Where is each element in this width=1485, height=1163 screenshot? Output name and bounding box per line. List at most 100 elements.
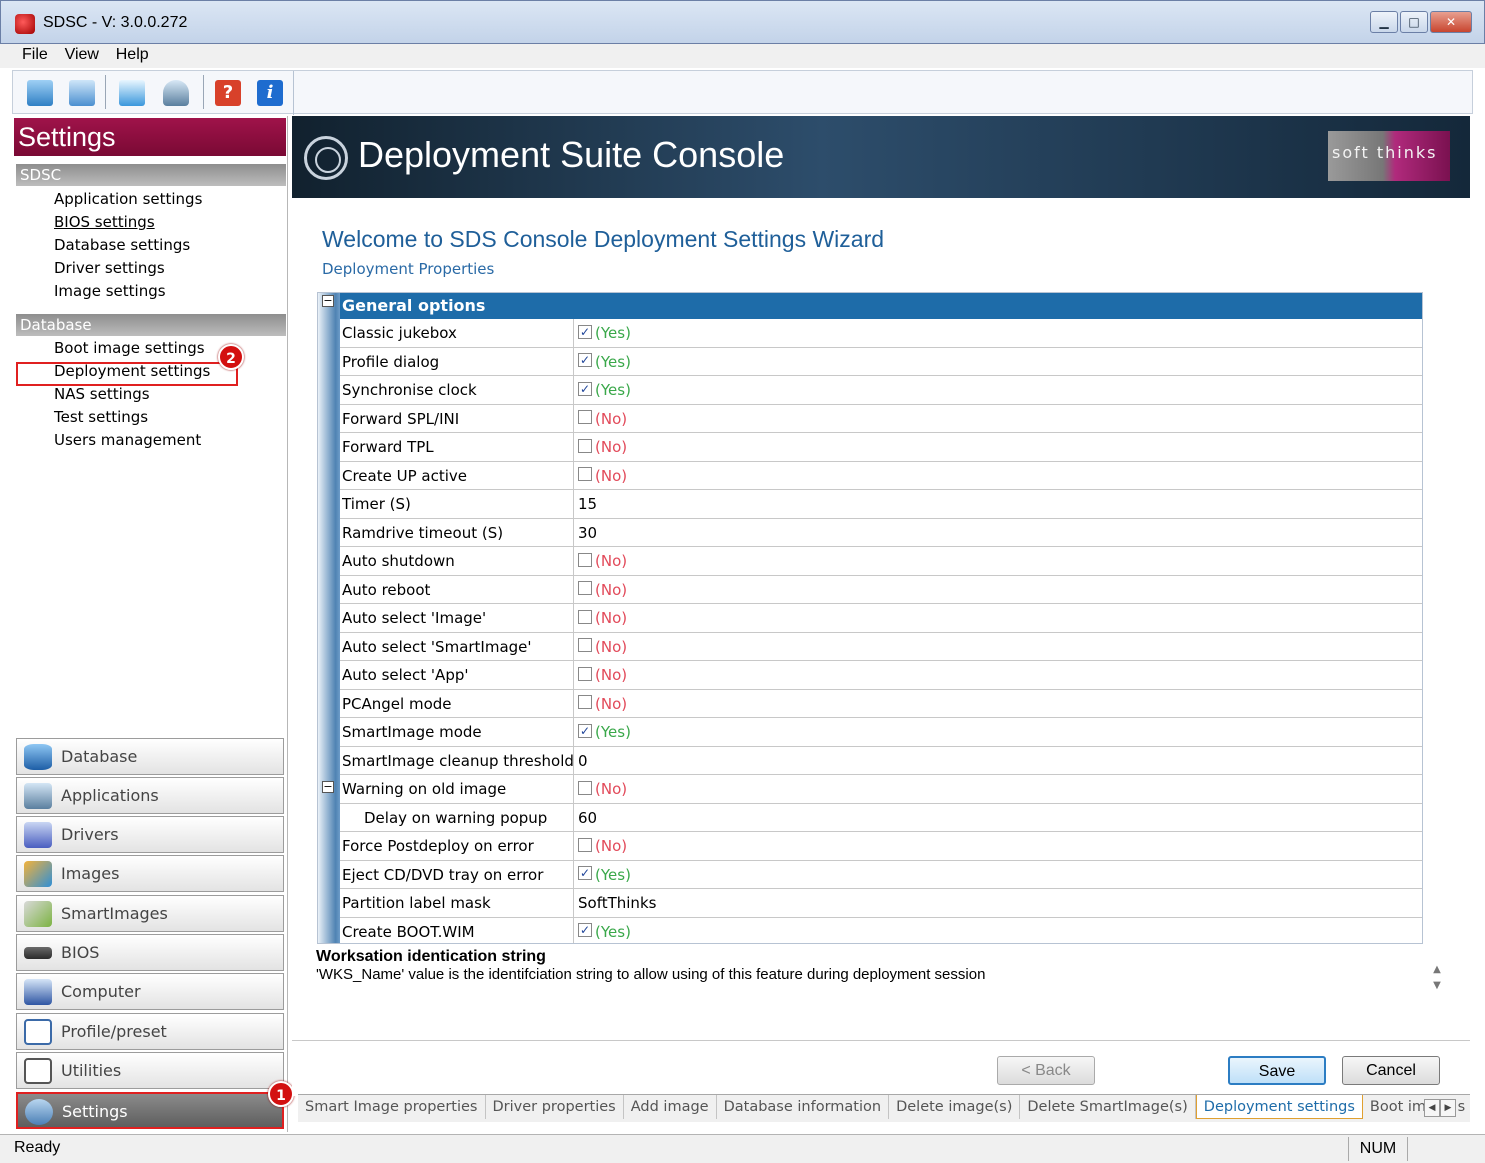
cancel-button[interactable]: Cancel <box>1342 1056 1440 1085</box>
tab-database-information[interactable]: Database information <box>717 1095 890 1119</box>
tab-deployment-settings[interactable]: Deployment settings <box>1195 1095 1363 1119</box>
property-value[interactable]: 0 <box>578 747 588 775</box>
property-row[interactable]: Forward SPL/INI (No) <box>340 404 1422 433</box>
nav-image-settings[interactable]: Image settings <box>54 280 166 302</box>
property-value[interactable]: (No) <box>578 433 627 461</box>
network-icon[interactable] <box>69 80 95 106</box>
checkbox-checked-icon[interactable]: ✓ <box>578 866 592 880</box>
property-value[interactable]: ✓ (Yes) <box>578 319 631 347</box>
section-button-smartimages[interactable]: SmartImages <box>16 895 284 932</box>
section-button-images[interactable]: Images <box>16 855 284 892</box>
checkbox-unchecked-icon[interactable] <box>578 837 592 852</box>
property-value[interactable]: (No) <box>578 547 627 575</box>
checkbox-unchecked-icon[interactable] <box>578 609 592 624</box>
tab-driver-properties[interactable]: Driver properties <box>486 1095 624 1119</box>
section-button-database[interactable]: Database <box>16 738 284 775</box>
nav-nas-settings[interactable]: NAS settings <box>54 383 150 405</box>
property-value[interactable]: (No) <box>578 405 627 433</box>
checkbox-checked-icon[interactable]: ✓ <box>578 723 592 738</box>
save-button[interactable]: Save <box>1228 1056 1326 1085</box>
property-row[interactable]: Auto shutdown (No) <box>340 547 1422 576</box>
property-row[interactable]: Classic jukebox ✓ (Yes) <box>340 319 1422 348</box>
property-value[interactable]: ✓ (Yes) <box>578 376 631 404</box>
checkbox-unchecked-icon[interactable] <box>578 438 592 453</box>
group-header-sdsc[interactable]: SDSC <box>16 164 286 186</box>
property-value[interactable]: (No) <box>578 633 627 661</box>
property-row[interactable]: Auto select 'App' (No) <box>340 661 1422 690</box>
section-button-bios[interactable]: BIOS <box>16 934 284 971</box>
property-value[interactable]: (No) <box>578 462 627 490</box>
property-row[interactable]: Delay on warning popup 60 <box>340 803 1422 832</box>
checkbox-unchecked-icon[interactable] <box>578 467 592 481</box>
property-value[interactable]: 15 <box>578 490 597 518</box>
property-value[interactable]: SoftThinks <box>578 889 656 917</box>
checkbox-unchecked-icon[interactable] <box>578 666 592 681</box>
property-value[interactable]: (No) <box>578 604 627 632</box>
property-row[interactable]: SmartImage mode ✓ (Yes) <box>340 718 1422 747</box>
property-value[interactable]: ✓ (Yes) <box>578 861 631 889</box>
nav-deployment-settings[interactable]: Deployment settings <box>54 360 210 382</box>
property-row[interactable]: Auto select 'SmartImage' (No) <box>340 632 1422 661</box>
tab-delete-smartimages[interactable]: Delete SmartImage(s) <box>1020 1095 1196 1119</box>
checkbox-checked-icon[interactable]: ✓ <box>578 353 592 367</box>
property-row[interactable]: PCAngel mode (No) <box>340 689 1422 718</box>
connect-icon[interactable] <box>27 80 53 106</box>
checkbox-unchecked-icon[interactable] <box>578 695 592 709</box>
nav-database-settings[interactable]: Database settings <box>54 234 190 256</box>
section-button-settings[interactable]: Settings <box>16 1092 284 1129</box>
property-value[interactable]: (No) <box>578 661 627 689</box>
checkbox-checked-icon[interactable]: ✓ <box>578 324 592 339</box>
section-button-utilities[interactable]: Utilities <box>16 1052 284 1089</box>
tab-delete-images[interactable]: Delete image(s) <box>889 1095 1021 1119</box>
property-row[interactable]: Auto reboot (No) <box>340 575 1422 604</box>
property-row[interactable]: Warning on old image (No) <box>340 775 1422 804</box>
nav-test-settings[interactable]: Test settings <box>54 406 148 428</box>
menu-view[interactable]: View <box>59 44 105 66</box>
property-value[interactable]: (No) <box>578 576 627 604</box>
property-row[interactable]: Create BOOT.WIM ✓ (Yes) <box>340 917 1422 944</box>
property-value[interactable]: ✓ (Yes) <box>578 718 631 746</box>
checkbox-checked-icon[interactable]: ✓ <box>578 381 592 396</box>
tab-smart-image-properties[interactable]: Smart Image properties <box>298 1095 486 1119</box>
property-row[interactable]: Timer (S) 15 <box>340 490 1422 519</box>
info-icon[interactable]: i <box>257 80 283 106</box>
section-button-applications[interactable]: Applications <box>16 777 284 814</box>
nav-boot-image-settings[interactable]: Boot image settings <box>54 337 205 359</box>
checkbox-unchecked-icon[interactable] <box>578 638 592 652</box>
section-button-drivers[interactable]: Drivers <box>16 816 284 853</box>
property-row[interactable]: Auto select 'Image' (No) <box>340 604 1422 633</box>
property-value[interactable]: (No) <box>578 832 627 860</box>
property-row[interactable]: Forward TPL (No) <box>340 433 1422 462</box>
property-row[interactable]: Partition label mask SoftThinks <box>340 889 1422 918</box>
description-scrollbar[interactable]: ▲ ▼ <box>1430 962 1444 998</box>
property-row[interactable]: Force Postdeploy on error (No) <box>340 832 1422 861</box>
property-row[interactable]: Ramdrive timeout (S) 30 <box>340 518 1422 547</box>
close-button[interactable]: ✕ <box>1430 11 1472 33</box>
property-value[interactable]: ✓ (Yes) <box>578 918 631 944</box>
nav-bios-settings[interactable]: BIOS settings <box>54 211 155 233</box>
property-value[interactable]: (No) <box>578 775 627 803</box>
minimize-button[interactable]: ▁ <box>1370 11 1398 33</box>
property-row[interactable]: Synchronise clock ✓ (Yes) <box>340 376 1422 405</box>
property-row[interactable]: Create UP active (No) <box>340 461 1422 490</box>
checkbox-checked-icon[interactable]: ✓ <box>578 923 592 937</box>
property-value[interactable]: 30 <box>578 519 597 547</box>
section-button-computer[interactable]: Computer <box>16 973 284 1010</box>
collapse-general-icon[interactable]: − <box>322 295 334 307</box>
back-button[interactable]: < Back <box>997 1056 1095 1085</box>
maximize-button[interactable]: □ <box>1400 11 1428 33</box>
checkbox-unchecked-icon[interactable] <box>578 581 592 595</box>
property-row[interactable]: Eject CD/DVD tray on error ✓ (Yes) <box>340 860 1422 889</box>
checkbox-unchecked-icon[interactable] <box>578 552 592 567</box>
group-header-database[interactable]: Database <box>16 314 286 336</box>
property-value[interactable]: 60 <box>578 804 597 832</box>
menu-help[interactable]: Help <box>110 44 155 66</box>
tab-add-image[interactable]: Add image <box>624 1095 717 1119</box>
section-button-profile-preset[interactable]: Profile/preset <box>16 1013 284 1050</box>
deploy-icon[interactable] <box>163 80 189 106</box>
collapse-row-icon[interactable]: − <box>322 781 334 793</box>
monitor-icon[interactable] <box>119 80 145 106</box>
menu-file[interactable]: File <box>16 44 54 66</box>
nav-application-settings[interactable]: Application settings <box>54 188 202 210</box>
checkbox-unchecked-icon[interactable] <box>578 780 592 795</box>
